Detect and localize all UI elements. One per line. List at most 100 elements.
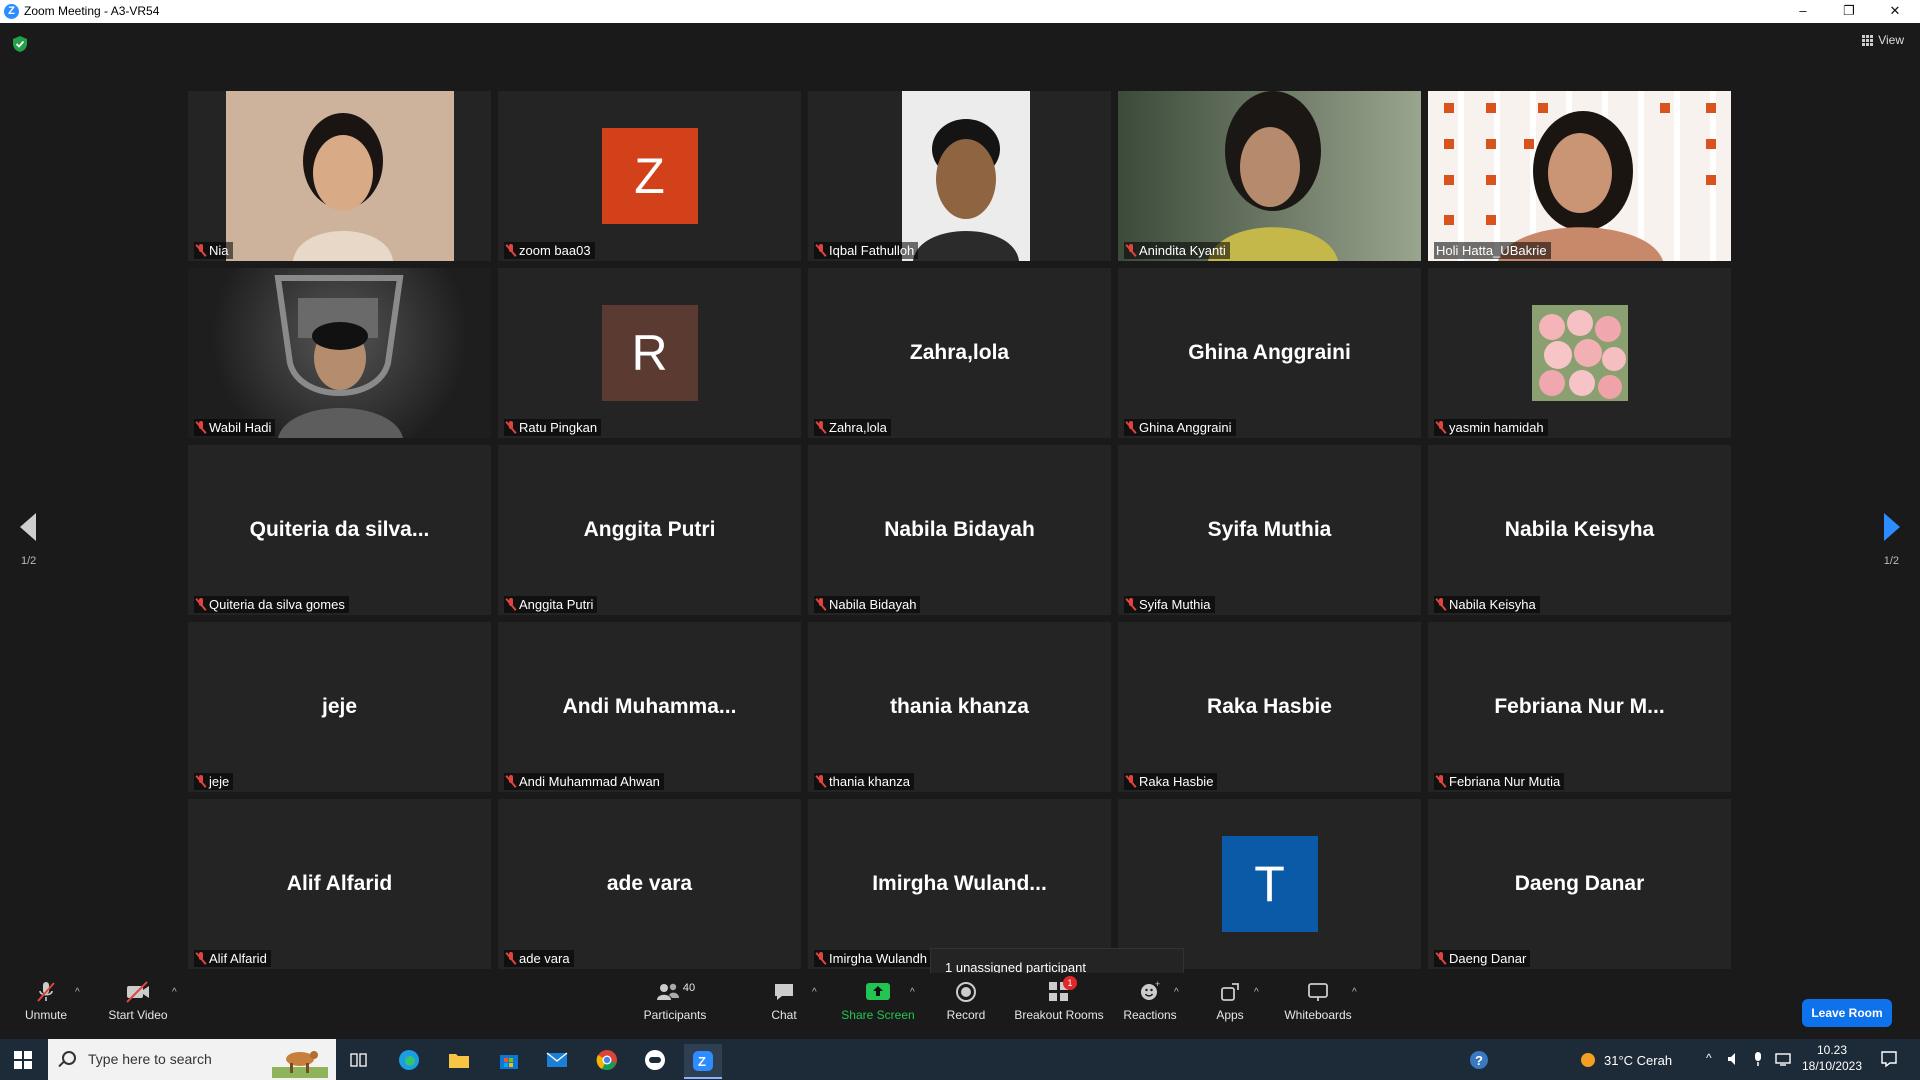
participant-name-label: Zahra,lola [814, 419, 891, 436]
show-hidden-icons-caret-icon[interactable]: ^ [1706, 1051, 1712, 1065]
participant-tile[interactable]: Syifa Muthia Syifa Muthia [1118, 445, 1421, 615]
participant-tile[interactable]: Nabila Bidayah Nabila Bidayah [808, 445, 1111, 615]
video-options-caret-icon[interactable]: ^ [172, 987, 177, 998]
participant-name: Quiteria da silva gomes [209, 597, 345, 612]
participant-tile[interactable]: R Ratu Pingkan [498, 268, 801, 438]
participant-name-label: Nabila Bidayah [814, 596, 921, 613]
participant-tile[interactable]: Quiteria da silva... Quiteria da silva go… [188, 445, 491, 615]
participant-tile[interactable]: Ghina Anggraini Ghina Anggraini [1118, 268, 1421, 438]
zoom-taskbar-icon[interactable]: Z [684, 1044, 722, 1079]
participant-tile[interactable]: Nia [188, 91, 491, 261]
clock[interactable]: 10.23 18/10/2023 [1800, 1043, 1864, 1073]
participant-name-label: Iqbal Fathulloh [814, 242, 919, 259]
muted-mic-icon [506, 598, 516, 611]
participant-name: Ghina Anggraini [1139, 420, 1232, 435]
participants-button[interactable]: 40 Participants [640, 979, 710, 1022]
reactions-smiley-icon: + [1141, 980, 1160, 1000]
task-view-icon[interactable] [340, 1044, 378, 1075]
audio-options-caret-icon[interactable]: ^ [75, 987, 80, 998]
chat-button[interactable]: Chat [764, 979, 804, 1022]
notification-center-icon[interactable] [1880, 1050, 1898, 1071]
participant-name: Anggita Putri [519, 597, 594, 612]
participant-tile[interactable]: Imirgha Wuland... Imirgha Wulandh [808, 799, 1111, 969]
participant-tile[interactable]: Febriana Nur M... Febriana Nur Mutia [1428, 622, 1731, 792]
whiteboards-button[interactable]: Whiteboards [1282, 979, 1354, 1022]
muted-mic-icon [816, 775, 826, 788]
edge-browser-icon[interactable] [390, 1044, 428, 1075]
participant-display-name: Alif Alfarid [286, 872, 393, 895]
muted-mic-icon [816, 952, 826, 965]
mail-icon[interactable] [538, 1044, 576, 1075]
windows-start-icon[interactable] [14, 1051, 32, 1069]
participant-name-label: Ratu Pingkan [504, 419, 602, 436]
microsoft-store-icon[interactable] [490, 1044, 528, 1075]
next-page-arrow-icon[interactable] [1884, 513, 1900, 541]
participant-tile[interactable]: Andi Muhamma... Andi Muhammad Ahwan [498, 622, 801, 792]
apps-options-caret-icon[interactable]: ^ [1254, 987, 1259, 998]
participant-tile[interactable]: Daeng Danar Daeng Danar [1428, 799, 1731, 969]
participant-tile[interactable]: Raka Hasbie Raka Hasbie [1118, 622, 1421, 792]
participant-name: Zahra,lola [829, 420, 887, 435]
whiteboards-options-caret-icon[interactable]: ^ [1352, 987, 1357, 998]
network-icon[interactable] [1774, 1051, 1792, 1070]
chrome-browser-icon[interactable] [588, 1044, 626, 1075]
start-video-button[interactable]: Start Video [106, 979, 170, 1022]
participant-tile[interactable]: Zahra,lola Zahra,lola [808, 268, 1111, 438]
weather-text: 31°C Cerah [1604, 1052, 1673, 1068]
participant-tile[interactable]: Terecia [1118, 799, 1421, 969]
participant-tile[interactable]: Zzoom baa03 [498, 91, 801, 261]
muted-mic-icon [506, 775, 516, 788]
chat-options-caret-icon[interactable]: ^ [812, 987, 817, 998]
participant-tile[interactable]: Iqbal Fathulloh [808, 91, 1111, 261]
clock-time: 10.23 [1816, 1043, 1848, 1057]
participant-tile[interactable]: Wabil Hadi [188, 268, 491, 438]
reactions-options-caret-icon[interactable]: ^ [1174, 987, 1179, 998]
breakout-rooms-button[interactable]: 1 Breakout Rooms [1014, 975, 1104, 1022]
speaker-icon[interactable] [1726, 1051, 1742, 1070]
share-options-caret-icon[interactable]: ^ [910, 987, 915, 998]
file-explorer-icon[interactable] [440, 1044, 478, 1075]
taskbar-search-box[interactable]: Type here to search [48, 1039, 336, 1080]
unmute-button[interactable]: Unmute [18, 979, 74, 1022]
participant-tile[interactable]: jeje jeje [188, 622, 491, 792]
profile-photo [1532, 305, 1628, 401]
participant-tile[interactable]: thania khanza thania khanza [808, 622, 1111, 792]
whiteboards-label: Whiteboards [1284, 1008, 1352, 1022]
participant-tile[interactable]: Alif Alfarid Alif Alfarid [188, 799, 491, 969]
close-button[interactable]: ✕ [1872, 0, 1918, 23]
participant-display-name: Nabila Bidayah [884, 518, 1035, 541]
record-button[interactable]: Record [944, 979, 988, 1022]
page-indicator-right: 1/2 [1883, 555, 1899, 567]
participant-tile[interactable]: Anindita Kyanti [1118, 91, 1421, 261]
share-screen-button[interactable]: Share Screen [838, 979, 918, 1022]
participant-name: Daeng Danar [1449, 951, 1527, 966]
reactions-button[interactable]: + Reactions [1122, 979, 1178, 1022]
participant-tile[interactable]: yasmin hamidah [1428, 268, 1731, 438]
participant-name: Alif Alfarid [209, 951, 267, 966]
search-highlight-cow-icon [272, 1051, 328, 1078]
restore-button[interactable]: ❐ [1826, 0, 1872, 23]
leave-room-button[interactable]: Leave Room [1802, 999, 1892, 1027]
weather-widget[interactable]: 31°C Cerah [1578, 1050, 1672, 1070]
participant-tile[interactable]: ade vara ade vara [498, 799, 801, 969]
view-button[interactable]: View [1862, 33, 1904, 47]
minimize-button[interactable]: – [1780, 0, 1826, 23]
microphone-icon[interactable] [1752, 1051, 1764, 1070]
record-icon [956, 982, 976, 1002]
encryption-shield-icon[interactable] [12, 35, 28, 53]
participant-tile[interactable]: Holi Hatta_UBakrie [1428, 91, 1731, 261]
participant-tile[interactable]: Anggita Putri Anggita Putri [498, 445, 801, 615]
apps-button[interactable]: Apps [1212, 979, 1248, 1022]
previous-page-arrow-icon[interactable] [20, 513, 36, 541]
record-label: Record [946, 1008, 986, 1022]
participant-name: Nia [209, 243, 229, 258]
muted-mic-icon [1436, 421, 1446, 434]
participant-display-name: Nabila Keisyha [1504, 518, 1655, 541]
chat-label: Chat [771, 1008, 797, 1022]
participant-name-label: jeje [194, 773, 234, 790]
participant-name-label: Holi Hatta_UBakrie [1434, 242, 1551, 259]
participant-display-name: Imirgha Wuland... [872, 872, 1047, 895]
help-question-icon[interactable]: ? [1460, 1044, 1498, 1075]
participant-tile[interactable]: Nabila Keisyha Nabila Keisyha [1428, 445, 1731, 615]
meet-app-icon[interactable] [636, 1044, 674, 1075]
